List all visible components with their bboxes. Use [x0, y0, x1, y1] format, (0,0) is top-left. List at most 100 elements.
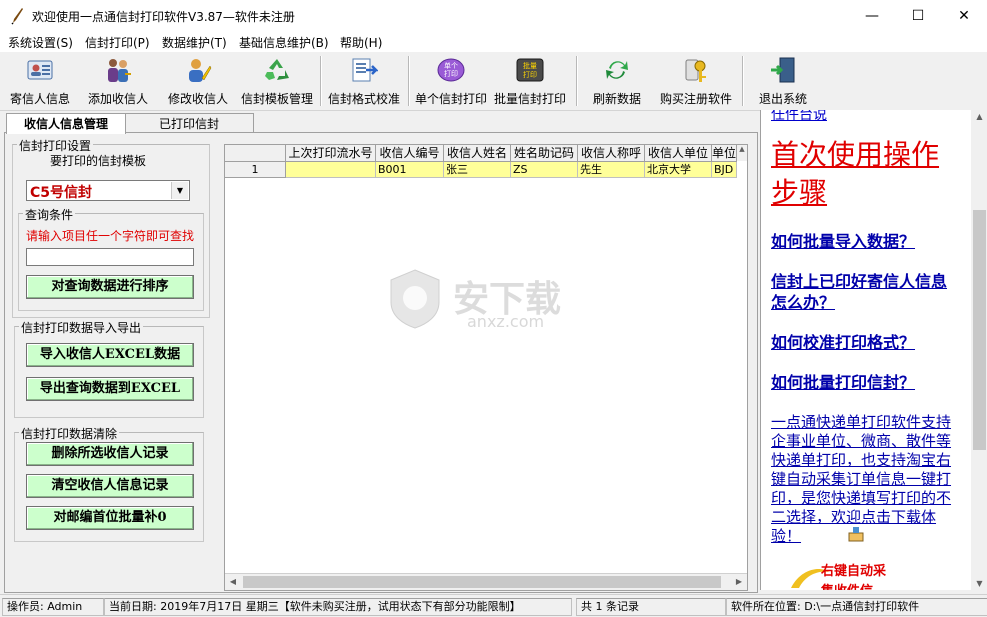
table-cell[interactable]: 先生: [578, 162, 645, 178]
template-select[interactable]: C5号信封 ▼: [26, 180, 190, 201]
status-operator: 操作员: Admin: [2, 598, 104, 616]
tab-recipient-info[interactable]: 收信人信息管理: [6, 113, 126, 134]
scroll-up-icon[interactable]: ▲: [971, 112, 987, 121]
toolbar-label: 单个信封打印: [414, 92, 487, 106]
table-cell[interactable]: B001: [376, 162, 444, 178]
recipient-grid[interactable]: 上次打印流水号 收信人编号 收信人姓名 姓名助记码 收信人称呼 收信人单位 单位…: [224, 144, 748, 591]
close-button[interactable]: ✕: [941, 0, 987, 32]
toolbar-label: 添加收信人: [87, 92, 148, 106]
edit-recipient-button[interactable]: 修改收信人: [160, 52, 236, 110]
toolbar-label: 信封模板管理: [240, 92, 313, 106]
grid-scroll-up-icon[interactable]: ▲: [737, 145, 747, 161]
column-header[interactable]: 上次打印流水号: [286, 145, 376, 162]
toolbar-separator: [742, 56, 744, 106]
status-location: 软件所在位置: D:\一点通信封打印软件: [726, 598, 987, 616]
import-export-group: 信封打印数据导入导出: [14, 319, 204, 418]
grid-corner: [225, 145, 286, 162]
batch-print-button[interactable]: 批量 打印 批量信封打印: [490, 52, 570, 110]
zip-pad-zero-button[interactable]: 对邮编首位批量补0: [26, 506, 194, 530]
chevron-down-icon[interactable]: ▼: [171, 182, 188, 199]
help-panel: 任件台说 首次使用操作步骤 如何批量导入数据？ 信封上已印好寄信人信息怎么办？ …: [760, 110, 987, 590]
buy-register-button[interactable]: 购买注册软件: [654, 52, 738, 110]
query-input[interactable]: [26, 248, 194, 266]
template-label: 要打印的信封模板: [50, 154, 147, 168]
scroll-right-icon[interactable]: ▶: [731, 574, 747, 590]
table-cell[interactable]: BJD: [712, 162, 737, 178]
template-value: C5号信封: [30, 185, 93, 201]
edit-user-icon: [189, 59, 212, 82]
row-number[interactable]: 1: [225, 162, 286, 178]
minimize-button[interactable]: —: [849, 0, 895, 32]
scroll-down-icon[interactable]: ▼: [971, 579, 987, 588]
help-vertical-scrollbar[interactable]: ▲ ▼: [971, 110, 987, 590]
batch-print-icon: 批量 打印: [516, 58, 544, 82]
help-link-batch-import[interactable]: 如何批量导入数据？: [771, 231, 961, 252]
quill-pen-icon: [11, 8, 23, 25]
toolbar: 寄信人信息 添加收信人 修改收信人 信封模板管理 信封格式校准 单个 打印 单个…: [0, 52, 987, 111]
table-cell[interactable]: ZS: [511, 162, 578, 178]
column-header[interactable]: 收信人称呼: [578, 145, 645, 162]
toolbar-label: 寄信人信息: [9, 92, 70, 106]
recycle-icon: [265, 59, 289, 80]
column-header[interactable]: 收信人姓名: [444, 145, 511, 162]
exit-system-button[interactable]: 退出系统: [748, 52, 818, 110]
clear-records-button[interactable]: 清空收信人信息记录: [26, 474, 194, 498]
download-hand-icon[interactable]: [847, 525, 865, 543]
maximize-button[interactable]: ☐: [895, 0, 941, 32]
exit-door-icon: [771, 57, 795, 83]
table-cell[interactable]: 北京大学: [645, 162, 712, 178]
single-print-icon: 单个 打印: [437, 58, 465, 82]
table-cell[interactable]: [286, 162, 376, 178]
help-link-preprinted-sender[interactable]: 信封上已印好寄信人信息怎么办？: [771, 271, 961, 313]
table-cell[interactable]: 张三: [444, 162, 511, 178]
svg-text:打印: 打印: [523, 70, 537, 79]
keys-icon: [685, 59, 706, 82]
add-recipient-button[interactable]: 添加收信人: [82, 52, 154, 110]
toolbar-label: 购买注册软件: [659, 92, 732, 106]
status-bar: 操作员: Admin 当前日期: 2019年7月17日 星期三【软件未购买注册，…: [0, 594, 987, 617]
title-bar: 欢迎使用一点通信封打印软件V3.87—软件未注册 — ☐ ✕: [0, 0, 987, 32]
bottom-ad-text: 右键自动采 集收件信: [821, 564, 887, 590]
group-title: 查询条件: [23, 206, 76, 223]
refresh-data-button[interactable]: 刷新数据: [582, 52, 652, 110]
scrollbar-thumb[interactable]: [243, 576, 721, 588]
toolbar-separator: [576, 56, 578, 106]
export-excel-button[interactable]: 导出查询数据到EXCEL: [26, 377, 194, 401]
svg-text:打印: 打印: [444, 69, 458, 78]
help-paragraph[interactable]: 一点通快递单打印软件支持企事业单位、微商、散件等快递单打印，也支持淘宝右键自动采…: [771, 413, 961, 546]
menu-data-maintenance[interactable]: 数据维护(T): [162, 34, 227, 51]
column-header[interactable]: 姓名助记码: [511, 145, 578, 162]
menu-envelope-print[interactable]: 信封打印(P): [85, 34, 150, 51]
single-print-button[interactable]: 单个 打印 单个信封打印: [412, 52, 490, 110]
delete-selected-button[interactable]: 删除所选收信人记录: [26, 442, 194, 466]
help-top-text: 任件台说: [771, 110, 827, 123]
format-calibrate-button[interactable]: 信封格式校准: [324, 52, 404, 110]
calibrate-icon: [352, 58, 378, 82]
toolbar-label: 批量信封打印: [493, 92, 566, 106]
template-manage-button[interactable]: 信封模板管理: [238, 52, 316, 110]
column-header[interactable]: 收信人编号: [376, 145, 444, 162]
svg-text:单个: 单个: [444, 61, 458, 70]
column-header[interactable]: 收信人单位: [645, 145, 712, 162]
toolbar-separator: [320, 56, 322, 106]
help-link-calibrate[interactable]: 如何校准打印格式？: [771, 332, 961, 353]
scrollbar-thumb[interactable]: [973, 210, 986, 450]
help-link-batch-print[interactable]: 如何批量打印信封？: [771, 372, 961, 393]
status-record-count: 共 1 条记录: [576, 598, 726, 616]
column-header[interactable]: 单位: [712, 145, 737, 162]
toolbar-label: 刷新数据: [592, 92, 641, 106]
status-date: 当前日期: 2019年7月17日 星期三【软件未购买注册，试用状态下有部分功能限…: [104, 598, 572, 616]
help-headline[interactable]: 首次使用操作步骤: [771, 136, 961, 212]
horizontal-scrollbar[interactable]: ◀ ▶: [225, 573, 747, 590]
sender-card-icon: [27, 60, 53, 80]
toolbar-label: 信封格式校准: [327, 92, 400, 106]
menu-help[interactable]: 帮助(H): [340, 34, 382, 51]
import-excel-button[interactable]: 导入收信人EXCEL数据: [26, 343, 194, 367]
tab-printed-envelopes[interactable]: 已打印信封: [124, 113, 254, 134]
menu-system-settings[interactable]: 系统设置(S): [8, 34, 73, 51]
menu-base-info[interactable]: 基础信息维护(B): [239, 34, 329, 51]
add-people-icon: [108, 59, 131, 82]
sender-info-button[interactable]: 寄信人信息: [4, 52, 76, 110]
sort-query-button[interactable]: 对查询数据进行排序: [26, 275, 194, 299]
scroll-left-icon[interactable]: ◀: [225, 574, 241, 590]
